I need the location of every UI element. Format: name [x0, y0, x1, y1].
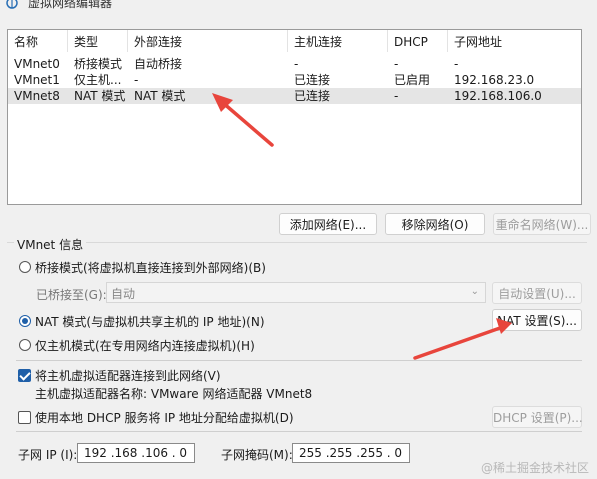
- annotation-arrow-icon: [413, 318, 512, 360]
- annotation-arrow-icon: [212, 93, 274, 147]
- annotation-arrows: [212, 93, 512, 360]
- watermark: @稀土掘金技术社区: [480, 461, 589, 475]
